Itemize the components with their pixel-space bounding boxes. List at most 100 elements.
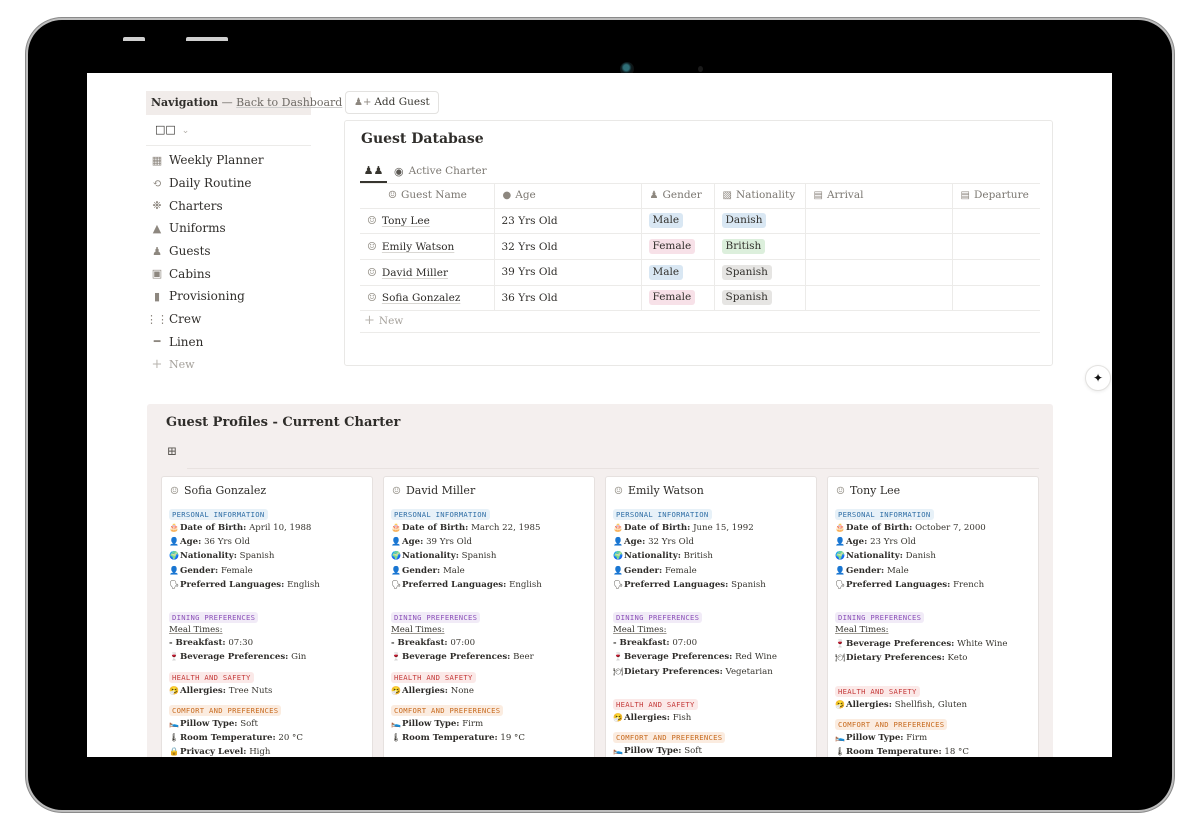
back-to-dashboard-link[interactable]: Back to Dashboard bbox=[236, 96, 342, 109]
new-row-button[interactable]: + New bbox=[360, 309, 1040, 333]
field-label: Preferred Languages: bbox=[624, 579, 729, 590]
profile-cards: ☺ Sofia Gonzalez PERSONAL INFORMATION 🎂Date… bbox=[161, 476, 1039, 757]
section-personal-information: PERSONAL INFORMATION bbox=[169, 509, 268, 520]
groceries-icon: ▮ bbox=[153, 289, 161, 303]
guest-name-link[interactable]: Emily Watson bbox=[382, 241, 454, 253]
meal-times-heading: Meal Times: bbox=[613, 625, 667, 636]
nav-item-cabins[interactable]: ▣ Cabins bbox=[150, 262, 264, 285]
tab-all-guests[interactable]: ♟♟ bbox=[360, 159, 387, 183]
profiles-title[interactable]: Guest Profiles - Current Charter bbox=[166, 415, 400, 430]
ai-assistant-button[interactable]: ✦ bbox=[1085, 365, 1111, 391]
target-icon: ◉ bbox=[394, 164, 404, 178]
cell-gender[interactable]: Male bbox=[641, 208, 715, 235]
bed-icon: ━ bbox=[153, 335, 161, 349]
cell-age[interactable]: 32 Yrs Old bbox=[494, 233, 642, 260]
calendar-icon: ▦ bbox=[151, 153, 163, 167]
field-value: Tree Nuts bbox=[228, 685, 273, 696]
table-row[interactable]: ☺ Sofia Gonzalez 36 Yrs Old Female Spanish bbox=[360, 285, 1040, 312]
cell-arrival[interactable] bbox=[805, 208, 953, 235]
column-header-gender[interactable]: ♟ Gender bbox=[641, 183, 715, 209]
column-header-nationality[interactable]: ▧ Nationality bbox=[714, 183, 806, 209]
column-header-departure[interactable]: ▤ Departure bbox=[952, 183, 1040, 209]
cell-gender[interactable]: Male bbox=[641, 259, 715, 286]
cell-gender[interactable]: Female bbox=[641, 285, 715, 312]
gallery-icon[interactable]: ⊞ bbox=[167, 444, 177, 458]
guest-name-link[interactable]: Sofia Gonzalez bbox=[382, 292, 460, 304]
column-header-arrival[interactable]: ▤ Arrival bbox=[805, 183, 953, 209]
section-comfort-and-preferences: COMFORT AND PREFERENCES bbox=[169, 704, 282, 716]
cell-departure[interactable] bbox=[952, 259, 1040, 286]
profile-card[interactable]: ☺ Emily Watson PERSONAL INFORMATION 🎂Date o… bbox=[605, 476, 817, 757]
profile-card-name[interactable]: ☺ Emily Watson bbox=[613, 484, 809, 497]
guest-name-link[interactable]: Tony Lee bbox=[382, 215, 430, 227]
profile-card-name[interactable]: ☺ David Miller bbox=[391, 484, 587, 497]
cell-arrival[interactable] bbox=[805, 259, 953, 286]
cell-age[interactable]: 39 Yrs Old bbox=[494, 259, 642, 286]
field-label: Gender: bbox=[402, 565, 441, 576]
nav-item-weekly-planner[interactable]: ▦ Weekly Planner bbox=[150, 149, 264, 172]
field-label: Date of Birth: bbox=[402, 523, 469, 533]
cell-nationality[interactable]: Spanish bbox=[714, 285, 806, 312]
guest-name-link[interactable]: David Miller bbox=[382, 267, 448, 279]
cell-arrival[interactable] bbox=[805, 233, 953, 260]
cell-departure[interactable] bbox=[952, 233, 1040, 260]
nav-item-linen[interactable]: ━ Linen bbox=[150, 331, 264, 354]
sneeze-face-icon: 🤧 bbox=[391, 685, 401, 695]
view-switcher[interactable]: □□ ⌄ bbox=[155, 123, 189, 136]
add-guest-button[interactable]: ♟+ Add Guest bbox=[345, 91, 439, 114]
table-row[interactable]: ☺ David Miller 39 Yrs Old Male Spanish bbox=[360, 259, 1040, 286]
nav-item-charters[interactable]: ❉ Charters bbox=[150, 194, 264, 217]
cell-nationality[interactable]: Spanish bbox=[714, 259, 806, 286]
field-value: Fish bbox=[672, 712, 692, 723]
wine-glass-icon: 🍷 bbox=[613, 652, 623, 662]
profile-card[interactable]: ☺ Sofia Gonzalez PERSONAL INFORMATION 🎂Date… bbox=[161, 476, 373, 757]
meal-times-heading: Meal Times: bbox=[391, 625, 445, 636]
chevron-down-icon: ⌄ bbox=[181, 126, 190, 136]
table-row[interactable]: ☺ Tony Lee 23 Yrs Old Male Danish bbox=[360, 208, 1040, 235]
column-header-age[interactable]: ● Age bbox=[494, 183, 642, 209]
field-label: Allergies: bbox=[846, 699, 892, 710]
hardware-button bbox=[186, 37, 228, 41]
profile-field-languages: 🗣Preferred Languages: English bbox=[391, 578, 587, 592]
sparkle-icon: ✦ bbox=[1092, 371, 1104, 385]
section-health-and-safety: HEALTH AND SAFETY bbox=[391, 671, 476, 683]
tab-active-charter[interactable]: ◉ Active Charter bbox=[389, 159, 492, 183]
nav-item-crew[interactable]: ⋮⋮ Crew bbox=[146, 308, 264, 331]
calendar-icon: ▤ bbox=[960, 190, 970, 202]
nav-item-provisioning[interactable]: ▮ Provisioning bbox=[150, 285, 264, 308]
cell-guest-name[interactable]: ☺ Sofia Gonzalez bbox=[360, 285, 495, 312]
cell-departure[interactable] bbox=[952, 208, 1040, 235]
person-circle-icon: ☺ bbox=[170, 486, 179, 497]
cell-nationality[interactable]: Danish bbox=[714, 208, 806, 235]
nav-list: ▦ Weekly Planner ⟲ Daily Routine ❉ Charters… bbox=[146, 149, 264, 376]
cell-guest-name[interactable]: ☺ David Miller bbox=[360, 259, 495, 286]
profile-card[interactable]: ☺ David Miller PERSONAL INFORMATION 🎂Date o… bbox=[383, 476, 595, 757]
profile-card-name[interactable]: ☺ Tony Lee bbox=[835, 484, 1031, 497]
field-value: White Wine bbox=[957, 639, 1008, 650]
cell-guest-name[interactable]: ☺ Emily Watson bbox=[360, 233, 495, 260]
cell-nationality[interactable]: British bbox=[714, 233, 806, 260]
field-label: Allergies: bbox=[180, 685, 226, 696]
cell-departure[interactable] bbox=[952, 285, 1040, 312]
profile-field-dob: 🎂Date of Birth: April 10, 1988 bbox=[169, 521, 365, 535]
database-title[interactable]: Guest Database bbox=[361, 131, 484, 147]
cell-guest-name[interactable]: ☺ Tony Lee bbox=[360, 208, 495, 235]
database-tabs: ♟♟ ◉ Active Charter bbox=[360, 159, 492, 183]
profile-card[interactable]: ☺ Tony Lee PERSONAL INFORMATION 🎂Date of Bi… bbox=[827, 476, 1039, 757]
profile-field-pillow: 🛌Pillow Type: Firm bbox=[391, 717, 587, 731]
table-row[interactable]: ☺ Emily Watson 32 Yrs Old Female British bbox=[360, 233, 1040, 260]
cell-gender[interactable]: Female bbox=[641, 233, 715, 260]
nav-item-uniforms[interactable]: ▲ Uniforms bbox=[150, 217, 264, 240]
person-icon: 👤 bbox=[169, 537, 179, 547]
nav-item-daily-routine[interactable]: ⟲ Daily Routine bbox=[150, 172, 264, 195]
cell-age[interactable]: 36 Yrs Old bbox=[494, 285, 642, 312]
profile-card-name[interactable]: ☺ Sofia Gonzalez bbox=[169, 484, 365, 497]
nav-item-guests[interactable]: ♟ Guests bbox=[150, 240, 264, 263]
nav-new-button[interactable]: + New bbox=[150, 353, 264, 376]
cell-arrival[interactable] bbox=[805, 285, 953, 312]
cell-age[interactable]: 23 Yrs Old bbox=[494, 208, 642, 235]
nav-item-label: Weekly Planner bbox=[169, 153, 264, 168]
field-value: Female bbox=[220, 565, 253, 576]
profile-field-allergies: 🤧Allergies: Shellfish, Gluten bbox=[835, 698, 1031, 712]
column-header-guest-name[interactable]: ☺ Guest Name bbox=[360, 183, 495, 209]
